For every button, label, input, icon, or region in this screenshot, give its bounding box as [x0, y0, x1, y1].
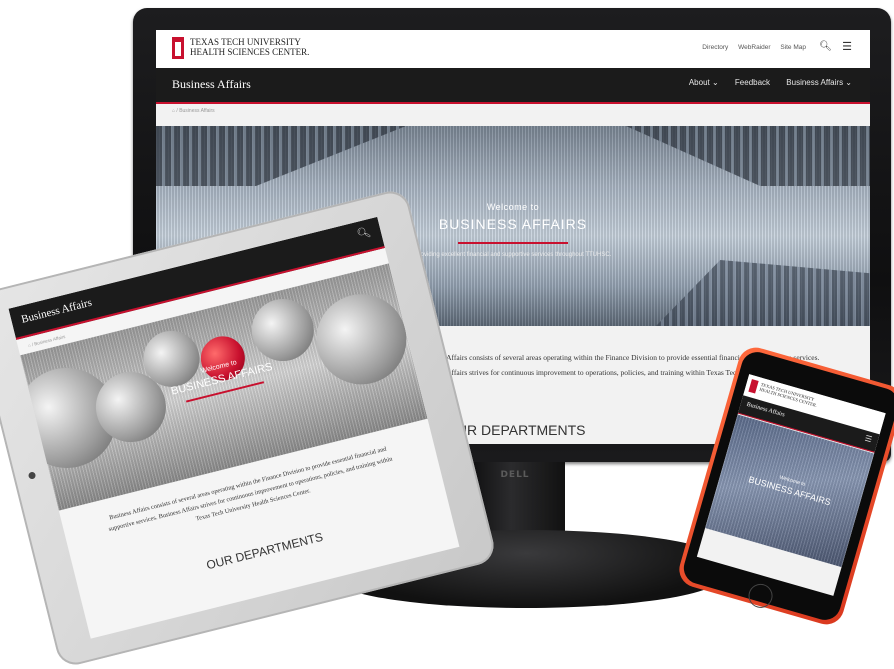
site-title[interactable]: Business Affairs	[172, 77, 251, 92]
nav-item-business-affairs[interactable]: Business Affairs ⌄	[786, 78, 852, 87]
breadcrumb[interactable]: ⌂ / Business Affairs	[172, 108, 215, 114]
top-link-sitemap[interactable]: Site Map	[780, 44, 806, 51]
top-link-directory[interactable]: Directory	[702, 44, 728, 51]
double-t-logo-icon[interactable]	[172, 37, 184, 59]
hamburger-menu-icon[interactable]: ☰	[842, 40, 852, 53]
search-icon[interactable]: 🔍︎	[819, 41, 832, 52]
top-links: Directory WebRaider Site Map	[694, 44, 806, 51]
nav-item-about[interactable]: About ⌄	[689, 78, 719, 87]
hero-welcome: Welcome to	[486, 202, 540, 212]
nav-item-feedback[interactable]: Feedback	[735, 78, 770, 87]
main-nav: About ⌄ Feedback Business Affairs ⌄	[675, 78, 852, 87]
university-line-1: TEXAS TECH UNIVERSITY	[190, 37, 301, 47]
university-name[interactable]: TEXAS TECH UNIVERSITY HEALTH SCIENCES CE…	[190, 37, 309, 57]
hero-divider	[458, 242, 568, 244]
university-line-2: HEALTH SCIENCES CENTER.	[190, 47, 310, 57]
top-link-webraider[interactable]: WebRaider	[738, 44, 770, 51]
monitor-brand-logo: DELL	[500, 470, 530, 480]
